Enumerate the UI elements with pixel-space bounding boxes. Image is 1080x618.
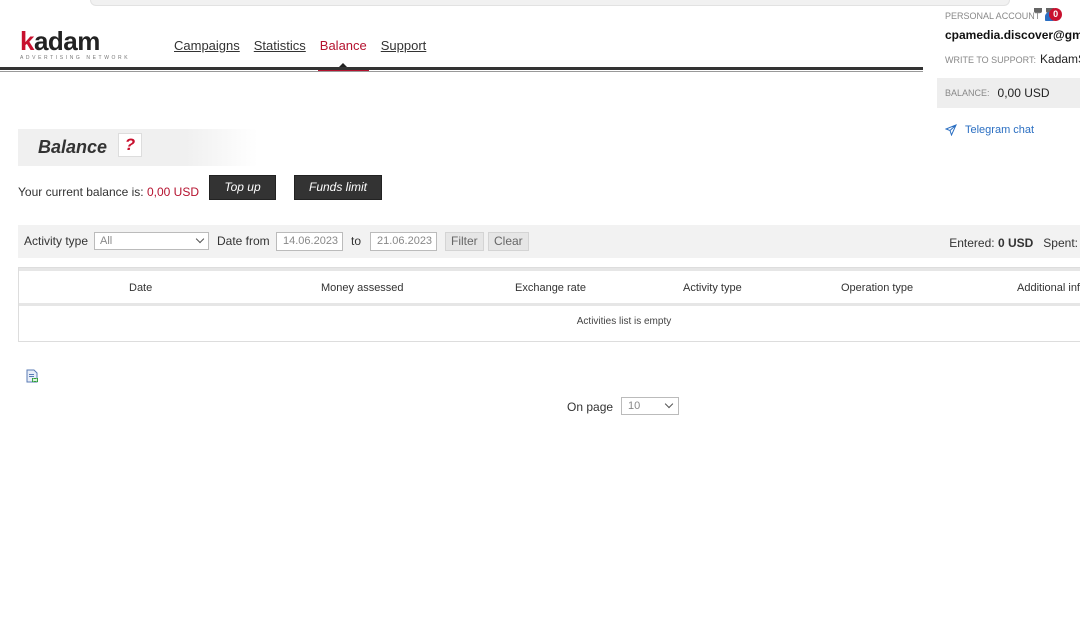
activities-table: Date Money assessed Exchange rate Activi… [18, 267, 1080, 342]
logo-tagline: ADVERTISING NETWORK [20, 55, 131, 61]
chevron-down-icon [664, 399, 674, 409]
account-balance-value: 0,00 USD [997, 86, 1050, 100]
table-body: Activities list is empty [19, 306, 1080, 327]
nav-statistics[interactable]: Statistics [254, 38, 306, 53]
telegram-send-icon [945, 124, 957, 136]
nav-support[interactable]: Support [381, 38, 427, 53]
personal-account-row: PERSONAL ACCOUNT 0 [937, 8, 1080, 22]
notification-count-badge: 0 [1049, 8, 1063, 21]
date-to-label: to [351, 234, 362, 248]
totals: Entered: 0 USD Spent: [949, 236, 1078, 250]
column-operation-type[interactable]: Operation type [841, 282, 913, 294]
header-divider-thin [0, 71, 923, 72]
on-page-select[interactable]: 10 [621, 397, 679, 415]
support-row: WRITE TO SUPPORT:KadamSupport [937, 52, 1080, 66]
column-money-assessed[interactable]: Money assessed [321, 282, 404, 294]
top-up-button[interactable]: Top up [209, 175, 276, 200]
on-page-label: On page [567, 400, 614, 414]
main-nav: Campaigns Statistics Balance Support [174, 38, 427, 71]
column-activity-type[interactable]: Activity type [683, 282, 742, 294]
current-balance-value: 0,00 USD [146, 185, 200, 199]
account-panel: PERSONAL ACCOUNT 0 cpamedia.discover@gma… [937, 8, 1080, 136]
logo-wordmark: k adam [20, 28, 122, 54]
date-from-input[interactable]: 14.06.2023 [276, 232, 343, 251]
empty-message: Activities list is empty [576, 316, 672, 327]
nav-balance[interactable]: Balance [317, 38, 369, 71]
column-additional-info[interactable]: Additional info [1017, 282, 1080, 294]
support-contact[interactable]: KadamSupport [1040, 52, 1080, 66]
nav-campaigns[interactable]: Campaigns [174, 38, 240, 53]
telegram-chat-label: Telegram chat [965, 124, 1035, 136]
date-from-label: Date from [217, 234, 270, 248]
personal-account-label: PERSONAL ACCOUNT [945, 11, 1041, 21]
help-button[interactable]: ? [118, 133, 142, 157]
current-balance: Your current balance is: 0,00 USD [18, 185, 199, 199]
date-to-input[interactable]: 21.06.2023 [370, 232, 437, 251]
column-exchange-rate[interactable]: Exchange rate [515, 282, 586, 294]
activity-type-value: All [100, 235, 113, 247]
clear-button[interactable]: Clear [488, 232, 529, 251]
table-header: Date Money assessed Exchange rate Activi… [19, 268, 1080, 306]
browser-top-icons [1030, 0, 1060, 13]
chevron-down-icon [195, 234, 205, 244]
column-date[interactable]: Date [129, 282, 152, 294]
export-excel-icon[interactable] [26, 369, 39, 383]
spent-label: Spent: [1043, 236, 1078, 250]
logo-k: k [20, 26, 34, 56]
kadam-logo[interactable]: k adam ADVERTISING NETWORK [20, 28, 131, 61]
logo-rest: adam [33, 26, 100, 56]
activity-type-select[interactable]: All [94, 232, 209, 250]
activity-type-label: Activity type [24, 234, 89, 248]
entered-value: 0 USD [997, 236, 1034, 250]
telegram-chat-link[interactable]: Telegram chat [937, 124, 1080, 136]
support-label: WRITE TO SUPPORT: [945, 55, 1037, 65]
browser-top-sliver [90, 0, 1010, 6]
entered-label: Entered: [949, 236, 995, 250]
account-balance-label: BALANCE: [945, 88, 990, 98]
page-title-box: Balance ? [18, 129, 258, 166]
account-email[interactable]: cpamedia.discover@gmail.com [937, 28, 1080, 42]
funds-limit-button[interactable]: Funds limit [294, 175, 382, 200]
current-balance-label: Your current balance is: [18, 185, 144, 199]
page-title: Balance [38, 137, 108, 157]
account-balance-box: BALANCE: 0,00 USD [937, 78, 1080, 108]
header-divider [0, 67, 923, 70]
on-page-value: 10 [628, 400, 641, 412]
filter-button[interactable]: Filter [445, 232, 484, 251]
filter-bar: Activity type All Date from 14.06.2023 t… [18, 225, 1080, 258]
notifications-bell[interactable]: 0 [1044, 8, 1063, 22]
